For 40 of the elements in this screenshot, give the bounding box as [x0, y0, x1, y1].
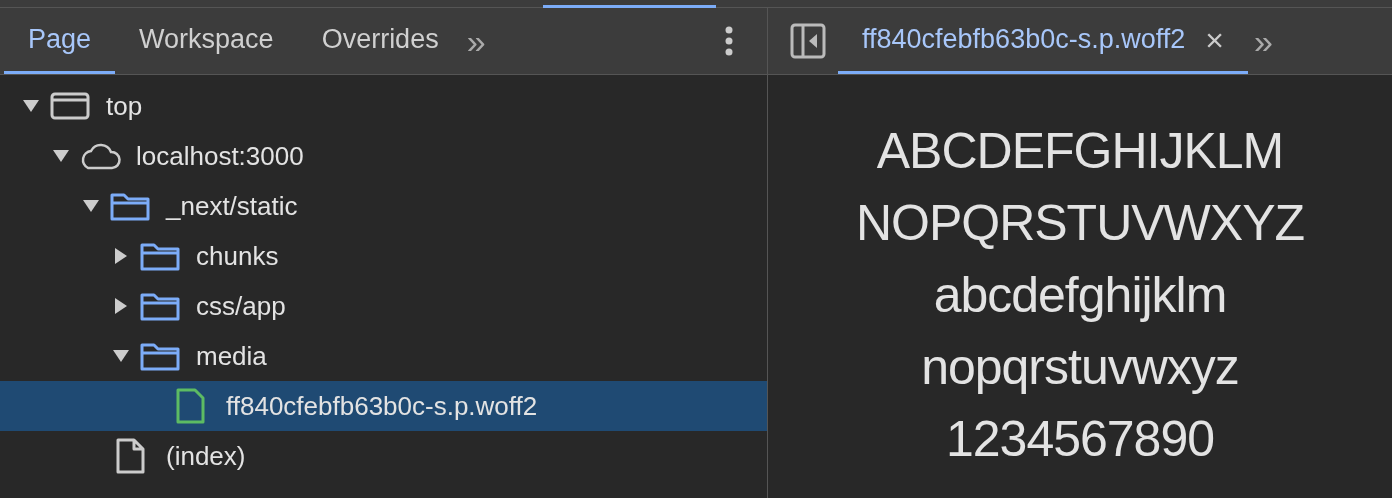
tree-label: localhost:3000: [136, 139, 304, 173]
tree-item[interactable]: _next/static: [0, 181, 767, 231]
tree-label: _next/static: [166, 189, 298, 223]
tree-label: chunks: [196, 239, 279, 273]
expanded-arrow-icon[interactable]: [82, 199, 100, 213]
more-options-icon[interactable]: [725, 26, 733, 56]
collapsed-arrow-icon[interactable]: [114, 297, 128, 315]
tree-item[interactable]: chunks: [0, 231, 767, 281]
expanded-arrow-icon[interactable]: [22, 99, 40, 113]
document-icon: [115, 438, 145, 474]
navigator-tab[interactable]: Overrides: [297, 8, 463, 74]
tree-label: ff840cfebfb63b0c-s.p.woff2: [226, 389, 538, 423]
navigator-tab[interactable]: Workspace: [115, 8, 298, 74]
close-tab-button[interactable]: ×: [1205, 23, 1224, 56]
tree-item[interactable]: localhost:3000: [0, 131, 767, 181]
tree-item[interactable]: (index): [0, 431, 767, 481]
font-sample-line: nopqrstuvwxyz: [921, 338, 1239, 397]
editor-tab[interactable]: ff840cfebfb63b0c-s.p.woff2 ×: [838, 8, 1248, 74]
tree-label: (index): [166, 439, 246, 473]
tree-item[interactable]: top: [0, 81, 767, 131]
sidebar-toggle-icon[interactable]: [790, 23, 826, 59]
tree-item[interactable]: media: [0, 331, 767, 381]
file-icon: [175, 388, 205, 424]
font-sample-line: 1234567890: [945, 410, 1215, 469]
expanded-arrow-icon[interactable]: [52, 149, 70, 163]
more-tabs-button[interactable]: »: [462, 24, 490, 58]
font-sample-line: abcdefghijklm: [933, 266, 1227, 325]
font-sample-line: ABCDEFGHIJKLM: [876, 122, 1284, 181]
tree-label: top: [106, 89, 143, 123]
font-sample-line: NOPQRSTUVWXYZ: [855, 194, 1305, 253]
navigator-tab[interactable]: Page: [4, 8, 116, 74]
tree-item[interactable]: css/app: [0, 281, 767, 331]
tree-label: media: [196, 339, 267, 373]
tab-label: ff840cfebfb63b0c-s.p.woff2: [862, 23, 1186, 57]
expanded-arrow-icon[interactable]: [112, 349, 130, 363]
tree-label: css/app: [196, 289, 286, 323]
more-tabs-button[interactable]: »: [1247, 24, 1273, 58]
frame-icon: [50, 92, 90, 120]
collapsed-arrow-icon[interactable]: [114, 247, 128, 265]
tree-item[interactable]: ff840cfebfb63b0c-s.p.woff2: [0, 381, 767, 431]
